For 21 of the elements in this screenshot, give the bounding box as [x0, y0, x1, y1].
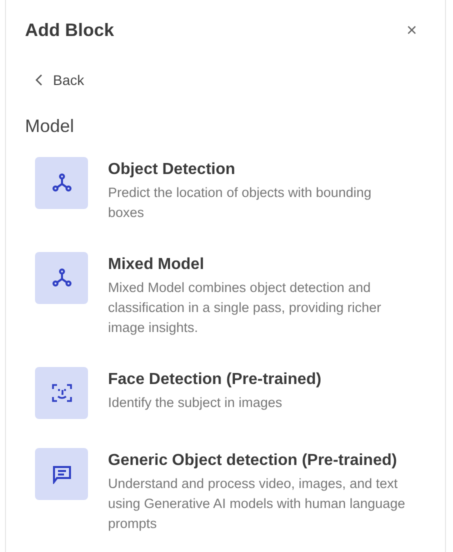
block-icon-tile[interactable]	[35, 367, 88, 419]
face-scan-icon	[52, 383, 72, 403]
block-title[interactable]: Object Detection	[108, 161, 236, 179]
block-description: Predict the location of objects with bounding boxes	[108, 184, 372, 222]
network-icon	[52, 268, 72, 288]
block-title[interactable]: Generic Object detection (Pre-trained)	[108, 452, 397, 470]
section-heading: Model	[25, 116, 76, 137]
block-icon-tile[interactable]	[35, 448, 88, 500]
block-description: Identify the subject in images	[108, 394, 284, 412]
block-description: Mixed Model combines object detection and classification in a single pass, providing richer image insights.	[108, 279, 382, 337]
network-icon	[52, 173, 72, 193]
chat-icon	[52, 464, 72, 484]
block-title[interactable]: Face Detection (Pre-trained)	[108, 371, 322, 389]
block-title[interactable]: Mixed Model	[108, 256, 204, 274]
back-button[interactable]: Back	[25, 70, 84, 90]
close-button[interactable]: ×	[397, 20, 426, 40]
block-icon-tile[interactable]	[35, 252, 88, 304]
block-description: Understand and process video, images, and text using Generative AI models with human language prompts	[108, 475, 406, 533]
panel-title: Add Block	[25, 20, 114, 40]
chevron-left-icon	[35, 74, 43, 86]
block-icon-tile[interactable]	[35, 157, 88, 209]
